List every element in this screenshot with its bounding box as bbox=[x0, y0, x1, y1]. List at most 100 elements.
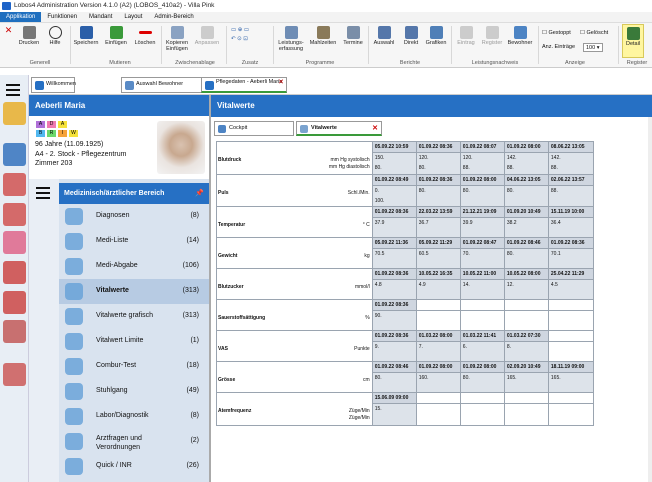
measurement-value[interactable]: 120. 80. bbox=[415, 152, 461, 175]
measurement-value[interactable] bbox=[415, 403, 461, 426]
dashboard-icon[interactable] bbox=[3, 320, 26, 343]
nav-item-arztfragen[interactable]: Arztfragen und Verordnungen (2) bbox=[59, 429, 209, 454]
measurement-date[interactable]: 02.06.22 13:57 bbox=[547, 174, 595, 186]
measurement-date[interactable]: 01.09.22 08:36 bbox=[371, 206, 417, 218]
measurement-date[interactable] bbox=[459, 299, 505, 311]
measurement-date[interactable] bbox=[503, 299, 549, 311]
measurement-date[interactable]: 01.09.22 08:47 bbox=[459, 237, 505, 249]
house-icon[interactable] bbox=[3, 173, 26, 196]
measurement-value[interactable] bbox=[503, 403, 549, 426]
pin-icon[interactable]: 📌 bbox=[195, 183, 204, 204]
measurement-date[interactable]: 01.09.22 08:46 bbox=[371, 361, 417, 373]
nav-item-diagnosen[interactable]: Diagnosen (8) bbox=[59, 204, 209, 229]
measurement-value[interactable]: 14. bbox=[459, 279, 505, 300]
measurement-value[interactable]: 80. bbox=[459, 372, 505, 393]
measurement-value[interactable]: 80. bbox=[415, 185, 461, 207]
measurement-value[interactable]: 36.7 bbox=[415, 217, 461, 238]
measurement-date[interactable]: 05.09.22 10:59 bbox=[371, 141, 417, 153]
measurement-value[interactable]: 80. bbox=[459, 185, 505, 207]
measurement-value[interactable]: 4.9 bbox=[415, 279, 461, 300]
measurement-date[interactable]: 01.09.22 08:36 bbox=[415, 174, 461, 186]
tab-auswahl-bewohner[interactable]: Auswahl Bewohner bbox=[121, 77, 213, 93]
nav-item-stuhlgang[interactable]: Stuhlgang (49) bbox=[59, 379, 209, 404]
measurement-value[interactable]: 70. bbox=[459, 248, 505, 269]
measurement-date[interactable]: 01.09.22 08:00 bbox=[415, 361, 461, 373]
menu-mandant[interactable]: Mandant bbox=[83, 12, 118, 22]
nav-item-quick-inr[interactable]: Quick / INR (26) bbox=[59, 454, 209, 479]
menu-layout[interactable]: Layout bbox=[118, 12, 148, 22]
graphics-button[interactable]: Grafiken bbox=[423, 26, 449, 46]
nav-item-labor[interactable]: Labor/Diagnostik (8) bbox=[59, 404, 209, 429]
register-button[interactable]: Register bbox=[479, 26, 505, 46]
measurement-date[interactable] bbox=[547, 392, 595, 404]
measurement-date[interactable] bbox=[459, 392, 505, 404]
close-icon[interactable]: ✕ bbox=[278, 79, 284, 86]
direct-button[interactable]: Direkt bbox=[399, 26, 423, 46]
measurement-date[interactable]: 15.11.19 10:00 bbox=[547, 206, 595, 218]
print-button[interactable]: Drucken bbox=[16, 26, 42, 46]
measurement-date[interactable] bbox=[415, 299, 461, 311]
selection-button[interactable]: Auswahl bbox=[370, 26, 398, 46]
nav-item-combur-test[interactable]: Combur-Test (18) bbox=[59, 354, 209, 379]
measurement-date[interactable] bbox=[547, 330, 595, 342]
tab-cockpit[interactable]: Cockpit bbox=[214, 121, 294, 136]
menu-admin-bereich[interactable]: Admin-Bereich bbox=[148, 12, 199, 22]
measurement-date[interactable]: 01.09.22 08:49 bbox=[371, 174, 417, 186]
measurement-date[interactable]: 22.03.22 13:59 bbox=[415, 206, 461, 218]
measurement-date[interactable] bbox=[547, 299, 595, 311]
measurement-value[interactable]: 150. 80. bbox=[371, 152, 417, 175]
measurement-value[interactable]: 70.1 bbox=[547, 248, 595, 269]
measurement-date[interactable]: 05.09.22 11:36 bbox=[371, 237, 417, 249]
measurement-date[interactable] bbox=[503, 392, 549, 404]
measurement-value[interactable]: 38.2 bbox=[503, 217, 549, 238]
measurement-value[interactable] bbox=[415, 310, 461, 331]
measurement-value[interactable]: 90. bbox=[371, 310, 417, 331]
menu-funktionen[interactable]: Funktionen bbox=[41, 12, 83, 22]
menu-applikation[interactable]: Applikation bbox=[0, 12, 42, 22]
measurement-value[interactable] bbox=[547, 403, 595, 426]
tab-willkommen[interactable]: Willkommen bbox=[31, 77, 76, 93]
building-icon[interactable] bbox=[3, 203, 26, 226]
tab-vitalwerte[interactable]: Vitalwerte ✕ bbox=[296, 121, 382, 136]
measurement-value[interactable]: 165. bbox=[547, 372, 595, 393]
nav-item-vitalwerte[interactable]: Vitalwerte (313) bbox=[59, 279, 209, 304]
measurement-value[interactable]: 160. bbox=[415, 372, 461, 393]
leistungserfassung-button[interactable]: Leistungs-erfassung bbox=[275, 26, 307, 52]
measurement-value[interactable]: 4.5 bbox=[547, 279, 595, 300]
measurement-date[interactable]: 25.04.22 11:29 bbox=[547, 268, 595, 280]
person-icon[interactable] bbox=[3, 143, 26, 166]
insert-button[interactable]: Einfügen bbox=[102, 26, 130, 46]
measurement-value[interactable]: 4.8 bbox=[371, 279, 417, 300]
close-button[interactable]: ✕ bbox=[4, 26, 13, 36]
measurement-date[interactable]: 01.09.22 08:36 bbox=[371, 330, 417, 342]
measurement-date[interactable]: 01.09.20 10:49 bbox=[503, 206, 549, 218]
measurement-date[interactable]: 01.09.22 08:00 bbox=[503, 141, 549, 153]
measurement-date[interactable] bbox=[415, 392, 461, 404]
measurement-date[interactable]: 01.09.22 08:00 bbox=[459, 361, 505, 373]
meals-button[interactable]: Mahlzeiten bbox=[308, 26, 338, 46]
measurement-value[interactable] bbox=[459, 403, 505, 426]
measurement-date[interactable]: 10.05.22 16:35 bbox=[415, 268, 461, 280]
calendar-icon[interactable] bbox=[3, 261, 26, 284]
menu-hamburger-icon[interactable] bbox=[3, 79, 26, 102]
appointments-button[interactable]: Termine bbox=[340, 26, 366, 46]
measurement-value[interactable]: 60.5 bbox=[415, 248, 461, 269]
heart-hand-icon[interactable] bbox=[3, 231, 26, 254]
measurement-value[interactable] bbox=[547, 310, 595, 331]
measurement-value[interactable]: 15. bbox=[371, 403, 417, 426]
measurement-value[interactable]: 80. bbox=[371, 372, 417, 393]
measurement-value[interactable]: 36.4 bbox=[547, 217, 595, 238]
adjust-button[interactable]: Anpassen bbox=[192, 26, 222, 46]
measurement-date[interactable]: 01.09.22 08:07 bbox=[459, 141, 505, 153]
favorites-icon[interactable] bbox=[3, 102, 26, 125]
measurement-value[interactable]: 6. bbox=[459, 341, 505, 362]
measurement-date[interactable]: 08.06.22 13:05 bbox=[547, 141, 595, 153]
measurement-date[interactable]: 01.03.22 08:00 bbox=[415, 330, 461, 342]
measurement-date[interactable]: 04.06.22 13:05 bbox=[503, 174, 549, 186]
stopped-checkbox[interactable]: ☐ Gestoppt bbox=[542, 29, 571, 38]
nav-menu-icon[interactable] bbox=[33, 184, 53, 200]
measurement-date[interactable]: 01.03.22 11:41 bbox=[459, 330, 505, 342]
measurement-date[interactable]: 01.09.22 08:36 bbox=[371, 268, 417, 280]
nav-item-vitalwerte-grafisch[interactable]: Vitalwerte grafisch (313) bbox=[59, 304, 209, 329]
mail-icon[interactable] bbox=[3, 363, 26, 386]
